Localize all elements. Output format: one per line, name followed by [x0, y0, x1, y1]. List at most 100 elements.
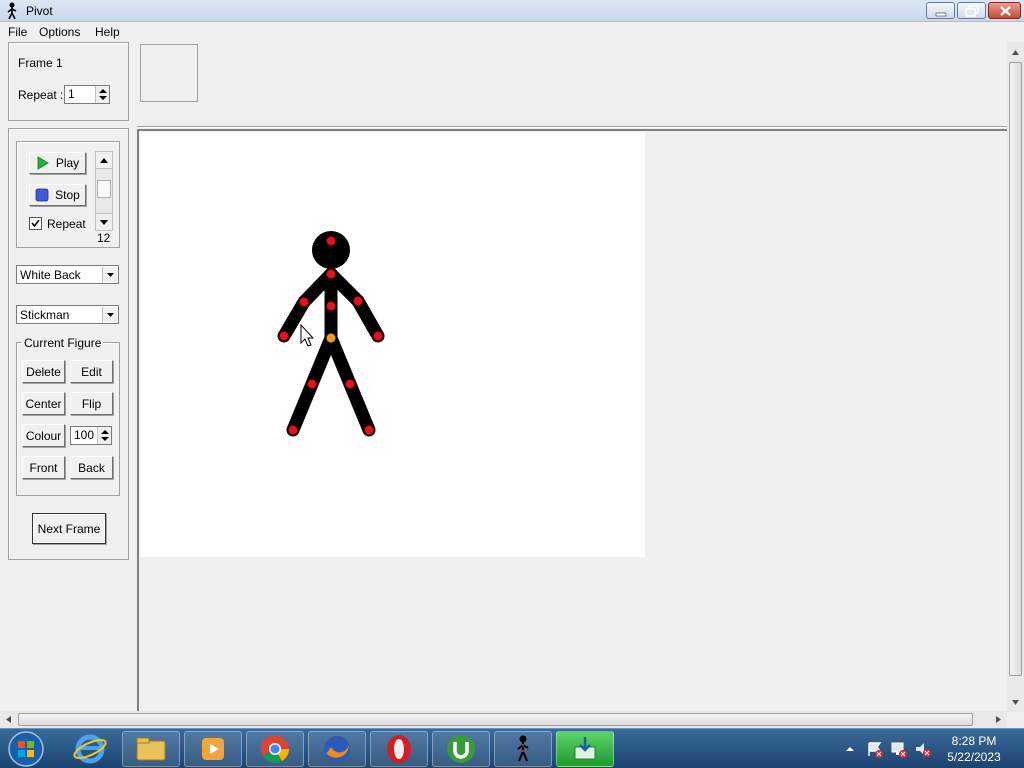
clock-time: 8:28 PM [951, 734, 997, 748]
speed-slider[interactable] [95, 151, 113, 231]
play-label: Play [55, 156, 80, 170]
stickman-icon [517, 735, 529, 762]
repeat-checkbox-label: Repeat [47, 217, 86, 231]
front-button[interactable]: Front [22, 456, 65, 479]
opera-icon[interactable] [370, 731, 428, 767]
flip-button[interactable]: Flip [70, 392, 113, 415]
updown-arrow-icon [99, 89, 107, 100]
clock-date: 5/22/2023 [947, 750, 1001, 764]
back-button[interactable]: Back [70, 456, 113, 479]
pivot-joint-handle[interactable] [326, 333, 336, 343]
vertical-scroll-thumb[interactable] [1009, 62, 1022, 676]
edit-button[interactable]: Edit [70, 360, 113, 383]
joint-handle[interactable] [353, 296, 363, 306]
file-explorer-icon[interactable] [122, 731, 180, 767]
joint-handle[interactable] [299, 297, 309, 307]
menu-options[interactable]: Options [39, 25, 80, 39]
chevron-down-icon [107, 273, 114, 277]
chrome-icon[interactable] [246, 731, 304, 767]
volume-muted-icon[interactable] [914, 740, 932, 758]
dropdown-button[interactable] [102, 307, 117, 322]
colour-button[interactable]: Colour [22, 424, 65, 447]
joint-handle[interactable] [364, 425, 374, 435]
updown-arrow-icon [101, 430, 109, 441]
internet-explorer-icon[interactable] [72, 732, 108, 766]
figure-right-shin[interactable] [343, 377, 376, 437]
horizontal-scroll-thumb[interactable] [18, 713, 973, 726]
stop-label: Stop [55, 188, 80, 202]
repeat-spinner[interactable]: 1 [64, 85, 110, 104]
show-hidden-icons-icon[interactable] [844, 743, 856, 755]
next-frame-button[interactable]: Next Frame [32, 513, 106, 544]
figure-right-lower-arm[interactable] [351, 294, 385, 343]
utorrent-icon[interactable] [432, 731, 490, 767]
frame-thumbnail[interactable] [140, 44, 198, 102]
center-button[interactable]: Center [22, 392, 65, 415]
arrow-up-icon[interactable] [1007, 44, 1024, 61]
frame-panel [8, 42, 129, 121]
timeline-divider [137, 126, 1007, 128]
chrome-logo-icon [261, 735, 289, 763]
minimize-button[interactable] [926, 2, 955, 19]
spinner-arrows[interactable] [97, 427, 111, 444]
repeat-checkbox[interactable] [29, 217, 42, 230]
menu-help[interactable]: Help [95, 25, 120, 39]
joint-handle[interactable] [373, 331, 383, 341]
restore-button[interactable] [957, 2, 986, 19]
figure-left-shin[interactable] [286, 377, 319, 437]
mouse-cursor-icon [300, 323, 315, 347]
joint-handle[interactable] [345, 379, 355, 389]
system-clock[interactable]: 8:28 PM 5/22/2023 [940, 733, 1008, 765]
background-select[interactable]: White Back [16, 265, 119, 284]
menu-file[interactable]: File [8, 25, 27, 39]
arrow-down-icon [100, 220, 108, 225]
joint-handle[interactable] [307, 379, 317, 389]
stop-icon [35, 188, 49, 202]
colour-spinner[interactable]: 100 [70, 426, 112, 445]
firefox-logo-icon [324, 736, 350, 762]
speed-value: 12 [97, 231, 111, 245]
joint-handle[interactable] [326, 269, 336, 279]
arrow-right-icon[interactable] [990, 711, 1007, 728]
play-button[interactable]: Play [29, 152, 86, 174]
minimize-icon [935, 12, 947, 17]
figure-right-thigh[interactable] [324, 331, 357, 391]
media-player-icon[interactable] [184, 731, 242, 767]
chevron-down-icon [107, 313, 114, 317]
utorrent-logo-icon [447, 735, 475, 763]
active-app-icon[interactable] [556, 731, 614, 767]
dropdown-button[interactable] [102, 267, 117, 282]
checkmark-icon [31, 219, 40, 228]
arrow-down-icon[interactable] [1007, 694, 1024, 711]
speed-up-button[interactable] [96, 152, 112, 169]
start-orb[interactable] [6, 730, 46, 768]
title-bar[interactable]: Pivot [0, 0, 1024, 22]
joint-handle[interactable] [326, 301, 336, 311]
folder-icon [136, 737, 166, 761]
repeat-label: Repeat : [18, 88, 64, 102]
animation-canvas[interactable] [140, 132, 645, 557]
joint-handle[interactable] [288, 425, 298, 435]
delete-button[interactable]: Delete [22, 360, 65, 383]
firefox-icon[interactable] [308, 731, 366, 767]
joint-handle[interactable] [279, 331, 289, 341]
taskbar: 8:28 PM 5/22/2023 [0, 728, 1024, 768]
speed-slider-thumb[interactable] [97, 180, 111, 198]
arrow-up-icon [100, 158, 108, 163]
spinner-arrows[interactable] [95, 86, 109, 103]
arrow-left-icon[interactable] [0, 711, 17, 728]
close-button[interactable] [988, 2, 1021, 19]
figure-select[interactable]: Stickman [16, 305, 119, 324]
joint-handle[interactable] [326, 236, 336, 246]
frame-label: Frame 1 [18, 56, 63, 70]
pivot-logo-icon [7, 2, 17, 20]
stickman-figure[interactable] [140, 132, 645, 557]
speed-down-button[interactable] [96, 213, 112, 230]
window-title: Pivot [26, 4, 53, 18]
action-center-icon[interactable] [866, 740, 884, 758]
pivot-app-icon[interactable] [494, 731, 552, 767]
play-icon [37, 156, 49, 170]
play-media-icon [202, 738, 224, 760]
network-icon[interactable] [890, 740, 908, 758]
stop-button[interactable]: Stop [29, 184, 86, 206]
